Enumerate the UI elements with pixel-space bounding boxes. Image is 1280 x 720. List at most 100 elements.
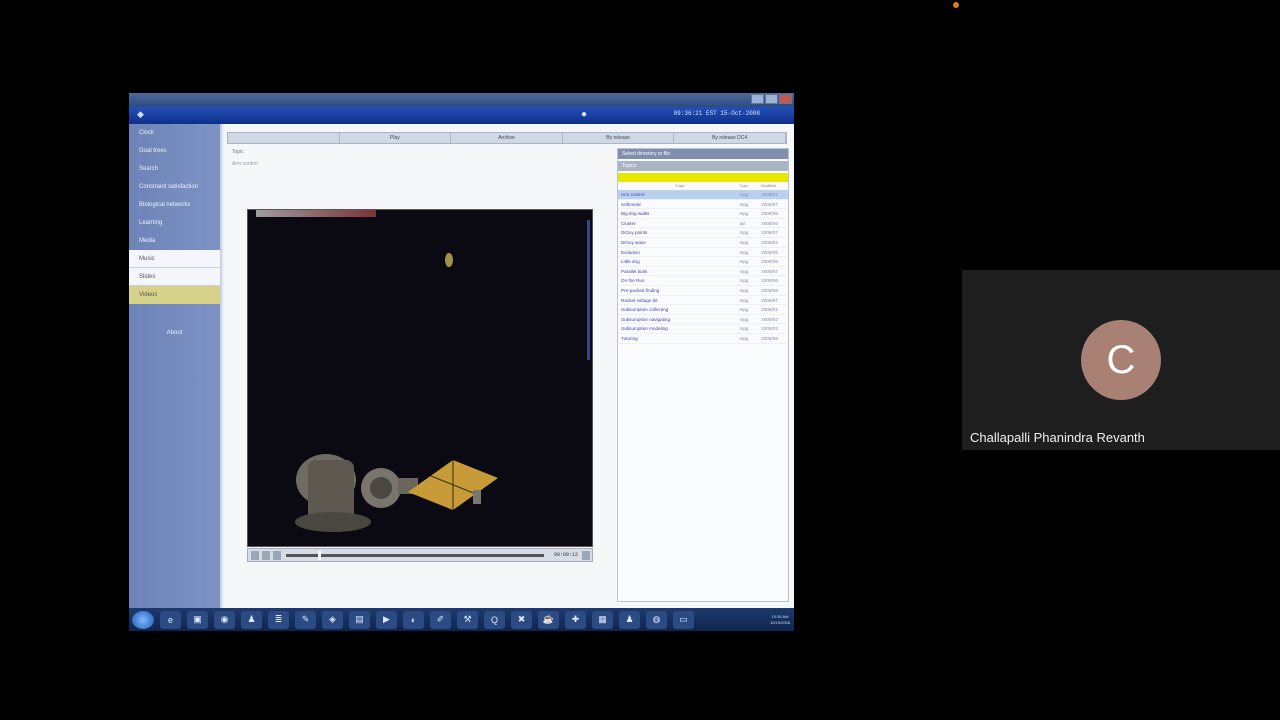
sidebar-item[interactable]: Media [129,232,220,250]
list-item[interactable]: On the Run mpg 2008/06 [618,276,788,286]
column-type[interactable]: Type [740,182,762,190]
list-item-topic: Racket voltage bit [621,297,658,303]
paint-icon[interactable]: ✎ [295,610,316,629]
list-item[interactable]: Parallel trials mpg 2008/07 [618,267,788,277]
player-icon[interactable]: ▶ [376,610,397,629]
sidebar-item[interactable]: Search [129,160,220,178]
maximize-icon[interactable] [765,94,778,104]
sidebar-item[interactable]: Goal trees [129,142,220,160]
list-item-modified: 2008/07 [761,230,778,236]
sidebar-item[interactable]: Clock [129,124,220,142]
seek-thumb[interactable] [318,551,321,560]
sidebar-about[interactable]: About [129,330,220,336]
start-button[interactable] [132,610,154,629]
list-item-modified: 2008/06 [761,278,778,284]
list-item[interactable]: Pre-packed finding mpg 2008/06 [618,286,788,296]
participant-name: Challapalli Phanindra Revanth [970,430,1145,445]
firefox-icon[interactable]: ◐ [403,610,424,629]
taskbar-clock[interactable]: 10:36 AM 10/15/2008 [770,614,790,626]
rewind-icon[interactable] [273,551,281,560]
battery-icon[interactable]: ▭ [673,610,694,629]
list-item[interactable]: Subsumption collecting mpg 2008/02 [618,305,788,315]
meeting-stage: ◆ ● 09:36:21 EST 15-Oct-2008 Clock Goal t… [0,0,1280,720]
list-item-topic: DiGuy wave [621,239,646,245]
column-topic[interactable]: Topic [621,182,740,190]
tool-icon[interactable]: ⚒ [457,610,478,629]
list-item-topic: Subsumption navigating [621,316,671,322]
list-item-topic: Arithmetic [621,201,642,207]
list-item[interactable]: Racket voltage bit mpg 2008/07 [618,296,788,306]
sidebar-item[interactable]: Videos [129,286,220,304]
tab[interactable] [228,133,340,143]
media-icon[interactable]: ◉ [214,610,235,629]
java-icon[interactable]: ☕ [538,610,559,629]
figure2-icon[interactable]: ♟ [619,610,640,629]
list-item[interactable]: DiGuy points mpg 2008/07 [618,228,788,238]
list-item-modified: 2008/02 [761,326,778,332]
sidebar-item[interactable]: Music [129,250,220,268]
list-item[interactable]: Little dog mpg 2008/06 [618,257,788,267]
q-icon[interactable]: Q [484,610,505,629]
tab[interactable]: Play [340,133,452,143]
panel-subheader: Topics [618,161,788,171]
figure-icon[interactable]: ♟ [241,610,262,629]
list-item-topic: Little dog [621,259,640,265]
robot-arm-scene [295,454,498,532]
list-item[interactable]: Big dog walks mpg 2008/06 [618,209,788,219]
main-content: Play Archive By release By release DC4 Topi… [224,124,794,608]
user-icon: ● [581,109,588,120]
list-item[interactable]: Cluster avi 2008/06 [618,219,788,229]
list-item[interactable]: Arithmetic mpg 2008/07 [618,200,788,210]
sidebar-item[interactable]: Biological networks [129,196,220,214]
app-icon[interactable]: ◈ [322,610,343,629]
list-item-type: mpg [739,335,749,341]
play-icon[interactable] [251,551,259,560]
list-item-topic: Big dog walks [621,211,650,217]
list-item-type: mpg [739,297,749,303]
sidebar-item[interactable]: Learning [129,214,220,232]
list-item-type: mpg [739,249,749,255]
tab[interactable]: By release DC4 [674,133,786,143]
list-item-modified: 2008/06 [761,335,778,341]
windows-taskbar: e ▣ ◉ ♟ ≣ ✎ ◈ ▤ ▶ ◐ ✐ ⚒ Q ✖ ☕ ✚ ▦ ♟ ◍ ▭ 10:36 AM 10/15/2008 [129,608,794,631]
edit-icon[interactable]: ✐ [430,610,451,629]
pin-icon[interactable]: ✚ [565,610,586,629]
folder-icon[interactable]: ▣ [187,610,208,629]
list-item-modified: 2008/06 [761,249,778,255]
list-item[interactable]: Subsumption navigating mpg 2008/02 [618,315,788,325]
seek-bar[interactable] [286,554,544,557]
tab[interactable]: Archive [451,133,563,143]
window-titlebar [129,93,794,107]
globe-icon[interactable]: ◍ [646,610,667,629]
list-item-modified: 2008/02 [761,239,778,245]
video-player[interactable] [247,209,593,547]
list-item[interactable]: Subsumption modeling mpg 2008/02 [618,324,788,334]
list-item-modified: 2008/06 [761,287,778,293]
app-header: ◆ ● 09:36:21 EST 15-Oct-2008 [129,107,794,124]
sidebar-item[interactable]: Slides [129,268,220,286]
volume-icon[interactable] [582,551,590,560]
list-item-topic: Tutoring [621,335,638,341]
list-item[interactable]: Tutoring mpg 2008/06 [618,334,788,344]
device-icon[interactable]: ▦ [592,610,613,629]
minimize-icon[interactable] [751,94,764,104]
avatar: C [1081,320,1161,400]
shared-screen: ◆ ● 09:36:21 EST 15-Oct-2008 Clock Goal t… [129,93,794,631]
sidebar: Clock Goal trees Search Constraint satisfac… [129,124,222,608]
list-item-type: mpg [739,211,749,217]
tab-bar: Play Archive By release By release DC4 [227,132,787,144]
sidebar-item[interactable]: Constraint satisfaction [129,178,220,196]
ie-icon[interactable]: e [160,610,181,629]
list-item-modified: 2008/02 [761,307,778,313]
list-item[interactable]: Evolution mpg 2008/06 [618,248,788,258]
stop-icon[interactable] [262,551,270,560]
participant-tile[interactable]: C Challapalli Phanindra Revanth [962,270,1280,450]
x-icon[interactable]: ✖ [511,610,532,629]
notepad-icon[interactable]: ≣ [268,610,289,629]
drive-icon[interactable]: ▤ [349,610,370,629]
list-item[interactable]: Arm control mpg 2008/07 [618,190,788,200]
column-modified[interactable]: Modified [761,182,785,190]
list-item[interactable]: DiGuy wave mpg 2008/02 [618,238,788,248]
tab[interactable]: By release [563,133,675,143]
close-icon[interactable] [779,94,792,104]
